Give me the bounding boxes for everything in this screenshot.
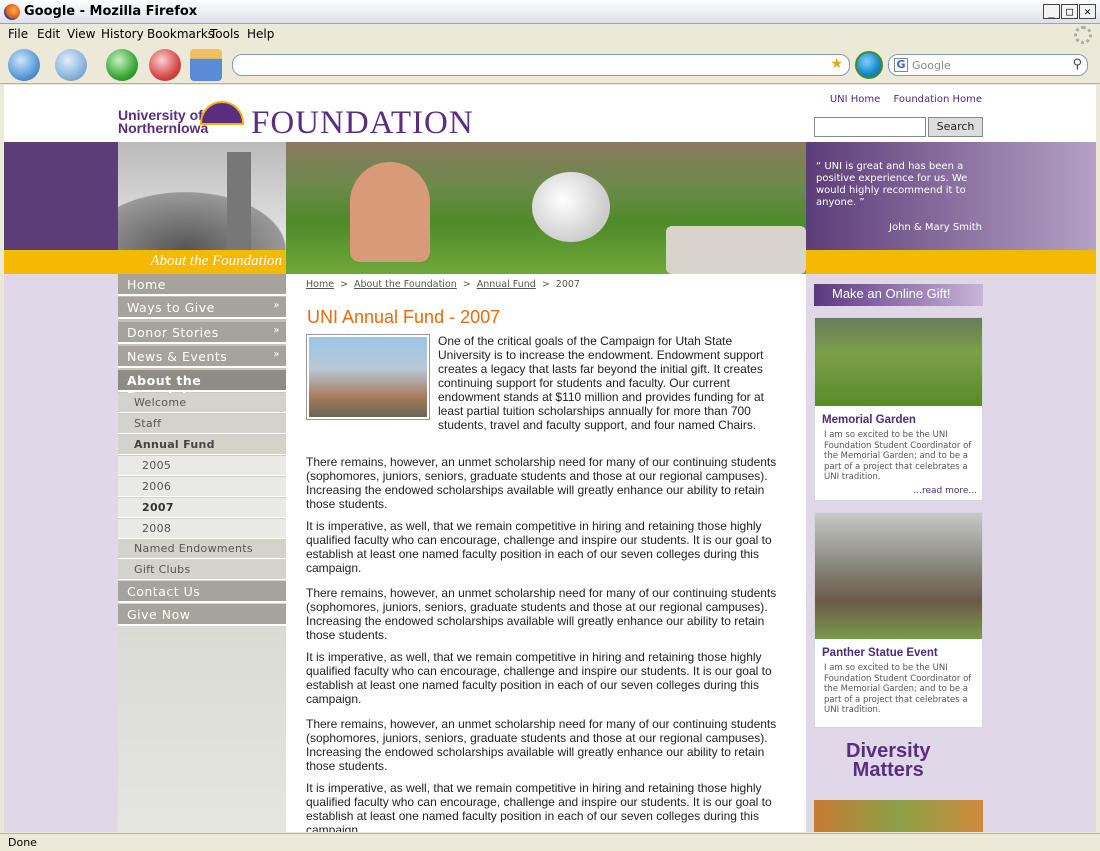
page-title: UNI Annual Fund - 2007: [307, 307, 501, 327]
sidebar-item-named-endowments[interactable]: Named Endowments: [118, 539, 286, 559]
content-paragraph: There remains, however, an unmet scholar…: [306, 455, 777, 511]
close-button[interactable]: ✕: [1079, 4, 1096, 19]
breadcrumb-separator: >: [541, 279, 550, 290]
menu-view[interactable]: View: [67, 27, 95, 41]
page-viewport: University of NorthernIowa FOUNDATION UN…: [4, 85, 1096, 832]
sidebar-item-welcome[interactable]: Welcome: [118, 393, 286, 413]
search-icon[interactable]: ⚲: [1072, 57, 1082, 72]
content-paragraph: It is imperative, as well, that we remai…: [306, 519, 772, 575]
firefox-logo-icon: [4, 4, 20, 20]
go-button[interactable]: [855, 51, 883, 79]
content-paragraph: There remains, however, an unmet scholar…: [306, 717, 777, 773]
sidebar-item-2008[interactable]: 2008: [118, 519, 286, 539]
sidebar-item-2006[interactable]: 2006: [118, 477, 286, 497]
sidebar-item-2005[interactable]: 2005: [118, 456, 286, 476]
sidebar-nav: Home Ways to Give» Donor Stories» News &…: [118, 274, 286, 832]
content-paragraph: It is imperative, as well, that we remai…: [306, 650, 772, 706]
panther-statue-photo[interactable]: [815, 513, 982, 639]
card-title[interactable]: Memorial Garden: [815, 406, 982, 426]
status-bar: Done: [0, 833, 1100, 851]
sidebar-item-give-now[interactable]: Give Now: [118, 604, 286, 626]
throbber-icon: [1074, 26, 1092, 44]
breadcrumb-current: 2007: [555, 279, 580, 290]
content-paragraph: There remains, however, an unmet scholar…: [306, 586, 777, 642]
menu-help[interactable]: Help: [247, 27, 274, 41]
menu-tools[interactable]: Tools: [210, 27, 240, 41]
menu-history[interactable]: History: [101, 27, 144, 41]
testimonial-author: John & Mary Smith: [889, 222, 982, 233]
back-button[interactable]: [8, 49, 40, 81]
menu-edit[interactable]: Edit: [37, 27, 60, 41]
sidebar-item-about[interactable]: About the Foundation: [118, 370, 286, 403]
breadcrumb-separator: >: [462, 279, 471, 290]
sidebar-item-contact-us[interactable]: Contact Us: [118, 581, 286, 603]
menu-file[interactable]: File: [8, 27, 28, 41]
breadcrumb: Home > About the Foundation > Annual Fund >20…: [306, 279, 580, 290]
chevron-right-icon: »: [273, 300, 280, 311]
sidebar-item-gift-clubs[interactable]: Gift Clubs: [118, 560, 286, 580]
breadcrumb-home[interactable]: Home: [306, 279, 334, 290]
home-button[interactable]: [190, 49, 222, 81]
memorial-garden-card: Memorial Garden I am so excited to be th…: [814, 317, 983, 501]
banner-right-bar: [806, 250, 1096, 274]
banner-left-bar: [4, 250, 118, 274]
sidebar-item-ways-to-give[interactable]: Ways to Give»: [118, 297, 286, 319]
status-text: Done: [8, 836, 37, 849]
card-title[interactable]: Panther Statue Event: [815, 639, 982, 659]
autumn-campus-photo[interactable]: [814, 800, 983, 832]
minimize-button[interactable]: _: [1043, 4, 1060, 19]
breadcrumb-about[interactable]: About the Foundation: [354, 279, 457, 290]
sidebar-item-donor-stories[interactable]: Donor Stories»: [118, 322, 286, 344]
content-paragraph: It is imperative, as well, that we remai…: [306, 781, 772, 832]
top-links: UNI Home Foundation Home: [820, 94, 982, 105]
panther-statue-card: Panther Statue Event I am so excited to …: [814, 512, 983, 728]
logo-line2: NorthernIowa: [118, 120, 209, 136]
site-search-input[interactable]: [814, 117, 926, 137]
address-bar[interactable]: ★: [232, 54, 850, 76]
card-text: I am so excited to be the UNI Foundation…: [824, 430, 972, 482]
campanile-image: [118, 142, 286, 250]
window-titlebar: Google - Mozilla Firefox _ □ ✕: [0, 0, 1100, 24]
card-text: I am so excited to be the UNI Foundation…: [824, 663, 972, 715]
maximize-button[interactable]: □: [1061, 4, 1078, 19]
sidebar-item-news-events[interactable]: News & Events»: [118, 346, 286, 368]
bookmark-star-icon[interactable]: ★: [830, 56, 843, 72]
site-header: University of NorthernIowa FOUNDATION UN…: [4, 85, 1096, 142]
banner: About the Foundation “ UNI is great and …: [4, 142, 1096, 274]
uni-seal-icon: [200, 101, 244, 125]
uni-home-link[interactable]: UNI Home: [830, 94, 880, 105]
chevron-right-icon: »: [273, 325, 280, 336]
testimonial-quote: “ UNI is great and has been a positive e…: [816, 161, 968, 208]
section-label: About the Foundation: [118, 250, 286, 274]
stop-button[interactable]: [149, 49, 181, 81]
breadcrumb-annual-fund[interactable]: Annual Fund: [477, 279, 536, 290]
foundation-home-link[interactable]: Foundation Home: [893, 94, 982, 105]
site-search-button[interactable]: Search: [928, 117, 983, 137]
browser-search-placeholder: Google: [912, 59, 951, 72]
browser-search-box[interactable]: G Google ⚲: [888, 54, 1088, 76]
banner-left-block: [4, 142, 118, 250]
read-more-link[interactable]: ...read more...: [815, 483, 982, 496]
sidebar-item-home[interactable]: Home: [118, 274, 286, 296]
online-gift-button[interactable]: Make an Online Gift!: [814, 284, 983, 306]
menu-bar: File Edit View History Bookmarks Tools H…: [0, 24, 1100, 46]
diversity-matters-logo[interactable]: Diversity Matters: [846, 741, 931, 780]
breadcrumb-separator: >: [340, 279, 349, 290]
menu-bookmarks[interactable]: Bookmarks: [147, 27, 214, 41]
uni-logo-text[interactable]: University of NorthernIowa: [118, 108, 209, 136]
memorial-garden-photo[interactable]: [815, 318, 982, 406]
reload-button[interactable]: [106, 49, 138, 81]
chevron-right-icon: »: [273, 349, 280, 360]
foundation-logo-text[interactable]: FOUNDATION: [251, 105, 474, 142]
window-title: Google - Mozilla Firefox: [24, 4, 198, 19]
sidebar-item-annual-fund[interactable]: Annual Fund: [118, 435, 286, 455]
content-paragraph: One of the critical goals of the Campaig…: [306, 334, 786, 432]
sidebar-item-2007[interactable]: 2007: [118, 498, 286, 518]
sidebar-item-staff[interactable]: Staff: [118, 414, 286, 434]
main-content: Home > About the Foundation > Annual Fund >20…: [286, 274, 806, 832]
google-icon: G: [894, 58, 908, 72]
forward-button[interactable]: [55, 49, 87, 81]
student-banner-photo: [286, 142, 806, 274]
students-photo: [306, 334, 430, 420]
